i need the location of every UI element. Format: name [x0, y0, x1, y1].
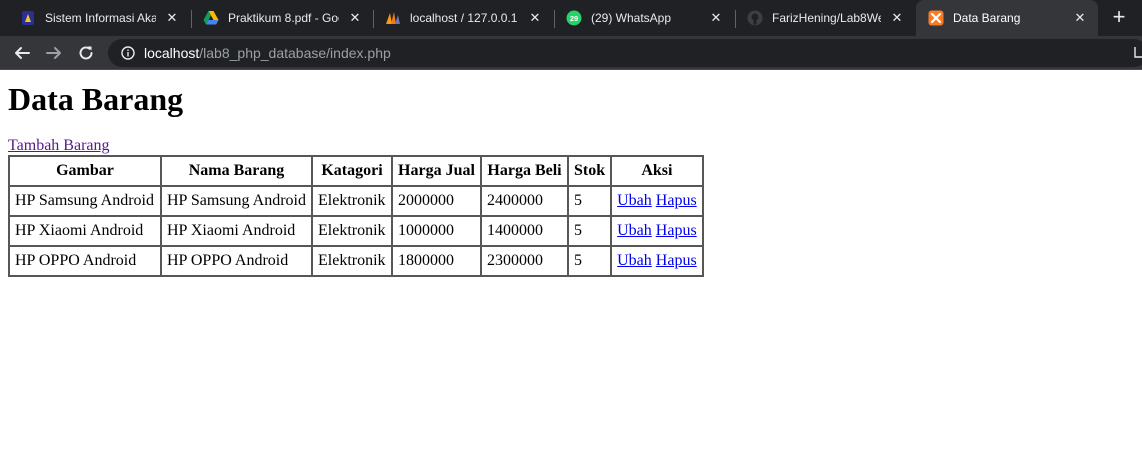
table-row: HP Samsung Android HP Samsung Android El… [8, 185, 704, 217]
new-tab-icon[interactable]: + [1106, 5, 1132, 31]
cell-aksi: Ubah Hapus [610, 185, 704, 217]
cell-kategori: Elektronik [311, 245, 393, 277]
delete-link[interactable]: Hapus [656, 192, 697, 209]
whatsapp-icon: 29 [566, 10, 582, 26]
table-row: HP Xiaomi Android HP Xiaomi Android Elek… [8, 215, 704, 247]
cell-nama-barang: HP OPPO Android [160, 245, 313, 277]
cell-harga-jual: 2000000 [391, 185, 482, 217]
cell-harga-jual: 1800000 [391, 245, 482, 277]
column-header-kategori: Katagori [311, 155, 393, 187]
cell-stok: 5 [566, 215, 613, 247]
page-title: Data Barang [8, 81, 184, 117]
delete-link[interactable]: Hapus [656, 252, 697, 269]
column-header-nama-barang: Nama Barang [160, 155, 313, 187]
forward-arrow-icon[interactable] [42, 41, 66, 65]
cell-gambar: HP Samsung Android [8, 185, 162, 217]
cell-kategori: Elektronik [311, 185, 393, 217]
cell-harga-jual: 1000000 [391, 215, 482, 247]
xampp-icon [928, 10, 944, 26]
close-tab-icon[interactable]: ✕ [708, 10, 724, 26]
tab-title: localhost / 127.0.0.1 / … [410, 11, 519, 25]
close-tab-icon[interactable]: ✕ [164, 10, 180, 26]
edit-link[interactable]: Ubah [617, 252, 652, 269]
close-tab-icon[interactable]: ✕ [527, 10, 543, 26]
add-item-link[interactable]: Tambah Barang [8, 137, 110, 155]
edit-link[interactable]: Ubah [617, 222, 652, 239]
back-arrow-icon[interactable] [10, 41, 34, 65]
tab-title: Sistem Informasi Akad… [45, 11, 156, 25]
tab-github[interactable]: FarizHening/Lab8Web ✕ [735, 2, 915, 34]
tab-title: (29) WhatsApp [591, 11, 672, 25]
cell-nama-barang: HP Samsung Android [160, 185, 313, 217]
cell-stok: 5 [566, 185, 613, 217]
github-icon [747, 10, 763, 26]
google-drive-icon [203, 10, 219, 26]
column-header-harga-jual: Harga Jual [391, 155, 482, 187]
tab-phpmyadmin[interactable]: localhost / 127.0.0.1 / … ✕ [373, 2, 553, 34]
tab-title: Data Barang [953, 11, 1021, 25]
tab-title: FarizHening/Lab8Web [772, 11, 881, 25]
close-tab-icon[interactable]: ✕ [1072, 10, 1088, 26]
browser-toolbar: localhost/lab8_php_database/index.php [0, 36, 1142, 70]
cell-gambar: HP OPPO Android [8, 245, 162, 277]
delete-link[interactable]: Hapus [656, 222, 697, 239]
cell-gambar: HP Xiaomi Android [8, 215, 162, 247]
info-icon[interactable] [120, 45, 136, 61]
table-header-row: Gambar Nama Barang Katagori Harga Jual H… [8, 155, 704, 187]
page-content: Data Barang Tambah Barang Gambar Nama Ba… [0, 71, 1142, 465]
column-header-harga-beli: Harga Beli [480, 155, 569, 187]
tab-whatsapp[interactable]: 29 (29) WhatsApp ✕ [554, 2, 734, 34]
column-header-gambar: Gambar [8, 155, 162, 187]
cell-stok: 5 [566, 245, 613, 277]
url-path: /lab8_php_database/index.php [199, 45, 391, 61]
tab-data-barang[interactable]: Data Barang ✕ [916, 0, 1098, 36]
column-header-aksi: Aksi [610, 155, 704, 187]
table-row: HP OPPO Android HP OPPO Android Elektron… [8, 245, 704, 277]
items-table: Gambar Nama Barang Katagori Harga Jual H… [8, 155, 704, 277]
cell-harga-beli: 2300000 [480, 245, 569, 277]
university-logo-icon [20, 10, 36, 26]
cell-harga-beli: 1400000 [480, 215, 569, 247]
cell-kategori: Elektronik [311, 215, 393, 247]
cell-aksi: Ubah Hapus [610, 245, 704, 277]
reload-icon[interactable] [74, 41, 98, 65]
close-tab-icon[interactable]: ✕ [347, 10, 363, 26]
phpmyadmin-icon [385, 10, 401, 26]
edit-link[interactable]: Ubah [617, 192, 652, 209]
cell-aksi: Ubah Hapus [610, 215, 704, 247]
cell-nama-barang: HP Xiaomi Android [160, 215, 313, 247]
browser-tabstrip: Sistem Informasi Akad… ✕ Praktikum 8.pdf… [0, 0, 1142, 36]
tab-title: Praktikum 8.pdf - Goo… [228, 11, 339, 25]
close-tab-icon[interactable]: ✕ [889, 10, 905, 26]
cell-harga-beli: 2400000 [480, 185, 569, 217]
address-bar[interactable]: localhost/lab8_php_database/index.php [108, 39, 1142, 67]
whatsapp-badge-count: 29 [570, 14, 578, 23]
extension-icon[interactable] [1134, 46, 1142, 60]
tab-sistem-informasi[interactable]: Sistem Informasi Akad… ✕ [8, 2, 190, 34]
url-host: localhost [144, 45, 200, 61]
tab-praktikum-pdf[interactable]: Praktikum 8.pdf - Goo… ✕ [191, 2, 373, 34]
column-header-stok: Stok [566, 155, 613, 187]
